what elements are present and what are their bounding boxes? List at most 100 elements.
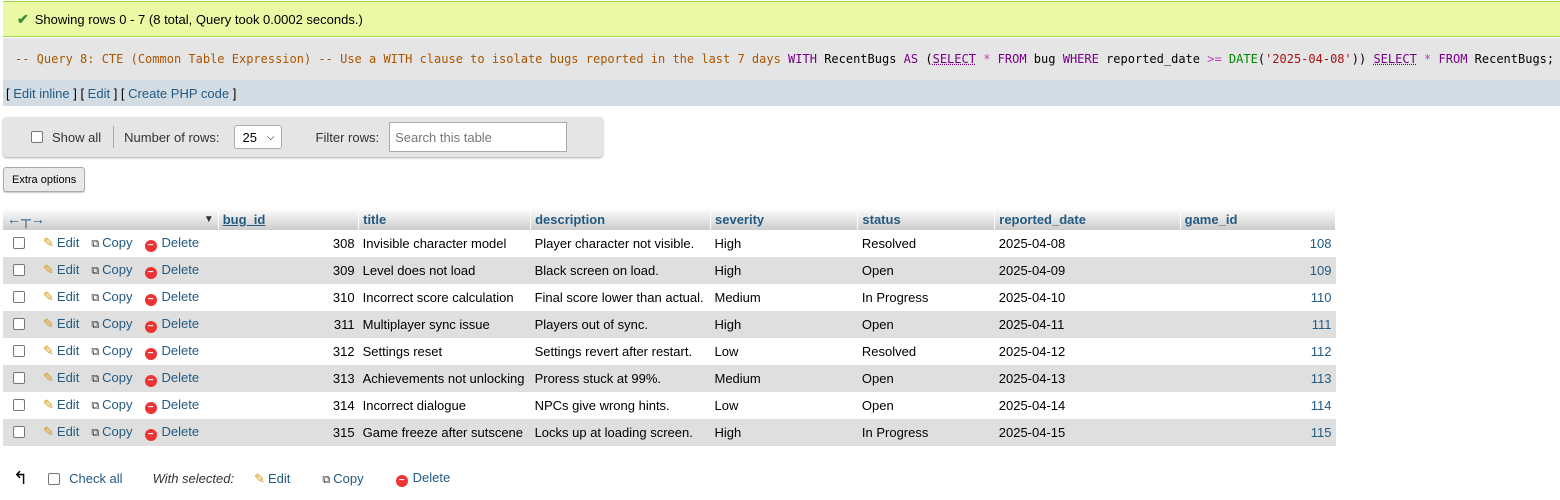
cell-title: Game freeze after sutscene (358, 419, 531, 446)
filter-rows-label: Filter rows: (315, 129, 380, 145)
table-row: ✎ Edit ⧉ Copy − Delete 309 Level does not load B… (3, 257, 1336, 284)
row-edit-button[interactable]: ✎ Edit (43, 289, 79, 304)
column-resize-icon[interactable]: ←┬→ (7, 211, 45, 227)
filter-rows-input[interactable] (389, 122, 568, 152)
row-delete-button[interactable]: − Delete (144, 316, 199, 333)
row-actions: ✎ Edit ⧉ Copy − Delete (3, 284, 219, 311)
row-copy-button[interactable]: ⧉ Copy (91, 370, 132, 385)
row-edit-button[interactable]: ✎ Edit (43, 235, 79, 250)
row-delete-button[interactable]: − Delete (144, 424, 199, 441)
bulk-copy-button[interactable]: ⧉ Copy (322, 471, 363, 487)
cell-bug-id: 315 (218, 419, 359, 446)
table-row: ✎ Edit ⧉ Copy − Delete 308 Invisible character … (3, 230, 1336, 257)
edit-inline-link[interactable]: Edit inline (13, 86, 69, 101)
sql-query[interactable]: -- Query 8: CTE (Common Table Expression… (15, 52, 1554, 66)
cell-game-id[interactable]: 108 (1180, 230, 1336, 257)
cell-description: Black screen on load. (530, 257, 711, 284)
bulk-delete-button[interactable]: − Delete (395, 470, 450, 487)
row-copy-button[interactable]: ⧉ Copy (91, 343, 132, 358)
column-header-title[interactable]: title (358, 208, 532, 230)
row-checkbox[interactable] (13, 291, 25, 303)
cell-bug-id: 313 (218, 365, 359, 392)
cell-game-id[interactable]: 113 (1180, 365, 1336, 392)
delete-icon: − (144, 402, 157, 414)
copy-icon: ⧉ (91, 265, 99, 277)
row-delete-button[interactable]: − Delete (144, 343, 199, 360)
row-delete-button[interactable]: − Delete (144, 235, 199, 252)
edit-link[interactable]: Edit (88, 86, 110, 101)
pencil-icon: ✎ (43, 424, 54, 439)
show-all-toggle[interactable]: Show all (31, 130, 101, 145)
row-edit-button[interactable]: ✎ Edit (43, 343, 79, 358)
check-all-toggle[interactable]: Check all (48, 471, 123, 486)
table-row: ✎ Edit ⧉ Copy − Delete 315 Game freeze after su… (3, 419, 1336, 446)
cell-game-id[interactable]: 112 (1180, 338, 1336, 365)
pencil-icon: ✎ (43, 289, 54, 304)
row-copy-button[interactable]: ⧉ Copy (91, 289, 132, 304)
row-edit-button[interactable]: ✎ Edit (43, 370, 79, 385)
row-copy-button[interactable]: ⧉ Copy (91, 424, 132, 439)
cell-game-id[interactable]: 109 (1180, 257, 1336, 284)
row-copy-button[interactable]: ⧉ Copy (91, 262, 132, 277)
row-checkbox[interactable] (13, 426, 25, 438)
cell-bug-id: 312 (218, 338, 359, 365)
success-text: Showing rows 0 - 7 (8 total, Query took … (34, 11, 363, 27)
cell-game-id[interactable]: 114 (1180, 392, 1336, 419)
table-row: ✎ Edit ⧉ Copy − Delete 310 Incorrect score calc… (3, 284, 1336, 311)
row-edit-button[interactable]: ✎ Edit (43, 397, 79, 412)
cell-status: In Progress (857, 284, 995, 311)
row-actions: ✎ Edit ⧉ Copy − Delete (3, 365, 219, 392)
check-all-checkbox[interactable] (48, 472, 61, 485)
cell-status: Open (857, 392, 995, 419)
row-checkbox[interactable] (13, 237, 25, 249)
checkmark-icon: ✔ (17, 10, 29, 27)
show-all-checkbox[interactable] (31, 131, 43, 143)
cell-game-id[interactable]: 115 (1180, 419, 1336, 446)
row-copy-button[interactable]: ⧉ Copy (91, 235, 132, 250)
cell-reported-date: 2025-04-15 (994, 419, 1181, 446)
row-edit-button[interactable]: ✎ Edit (43, 424, 79, 439)
row-delete-button[interactable]: − Delete (144, 370, 199, 387)
cell-status: Resolved (857, 230, 995, 257)
cell-severity: High (710, 257, 858, 284)
row-checkbox[interactable] (13, 399, 25, 411)
row-checkbox[interactable] (13, 345, 25, 357)
sort-arrow-icon[interactable]: ▼ (204, 214, 214, 225)
pencil-icon: ✎ (43, 316, 54, 331)
column-header-severity[interactable]: severity (710, 208, 859, 230)
copy-icon: ⧉ (91, 427, 99, 439)
pencil-icon: ✎ (43, 235, 54, 250)
create-php-link[interactable]: Create PHP code (128, 86, 229, 101)
row-checkbox[interactable] (13, 318, 25, 330)
column-header-description[interactable]: description (530, 208, 711, 230)
pencil-icon: ✎ (43, 262, 54, 277)
row-checkbox[interactable] (13, 372, 25, 384)
cell-status: In Progress (857, 419, 995, 446)
extra-options-button[interactable]: Extra options (3, 167, 86, 192)
row-checkbox[interactable] (13, 264, 25, 276)
row-delete-button[interactable]: − Delete (144, 289, 199, 306)
row-delete-button[interactable]: − Delete (144, 397, 199, 414)
bulk-edit-button[interactable]: ✎ Edit (254, 471, 290, 487)
row-copy-button[interactable]: ⧉ Copy (91, 397, 132, 412)
navigation-box: Show all Number of rows: 25 ⌵ Filter row… (3, 117, 603, 157)
arrow-up-left-icon: ↰ (13, 468, 29, 488)
cell-game-id[interactable]: 110 (1180, 284, 1336, 311)
row-delete-button[interactable]: − Delete (144, 262, 199, 279)
cell-game-id[interactable]: 111 (1180, 311, 1336, 338)
row-edit-button[interactable]: ✎ Edit (43, 316, 79, 331)
column-header-game-id[interactable]: game_id (1180, 208, 1337, 230)
cell-bug-id: 309 (218, 257, 359, 284)
row-edit-button[interactable]: ✎ Edit (43, 262, 79, 277)
delete-icon: − (144, 267, 157, 279)
delete-icon: − (144, 294, 157, 306)
row-copy-button[interactable]: ⧉ Copy (91, 316, 132, 331)
copy-icon: ⧉ (91, 238, 99, 250)
column-header-bug-id[interactable]: bug_id (218, 208, 360, 230)
rows-per-page-select[interactable]: 25 ⌵ (233, 125, 282, 149)
column-header-status[interactable]: status (857, 208, 996, 230)
success-message: ✔ Showing rows 0 - 7 (8 total, Query too… (3, 1, 1560, 37)
delete-icon: − (144, 375, 157, 387)
column-header-reported-date[interactable]: reported_date (994, 208, 1181, 230)
pencil-icon: ✎ (43, 343, 54, 358)
